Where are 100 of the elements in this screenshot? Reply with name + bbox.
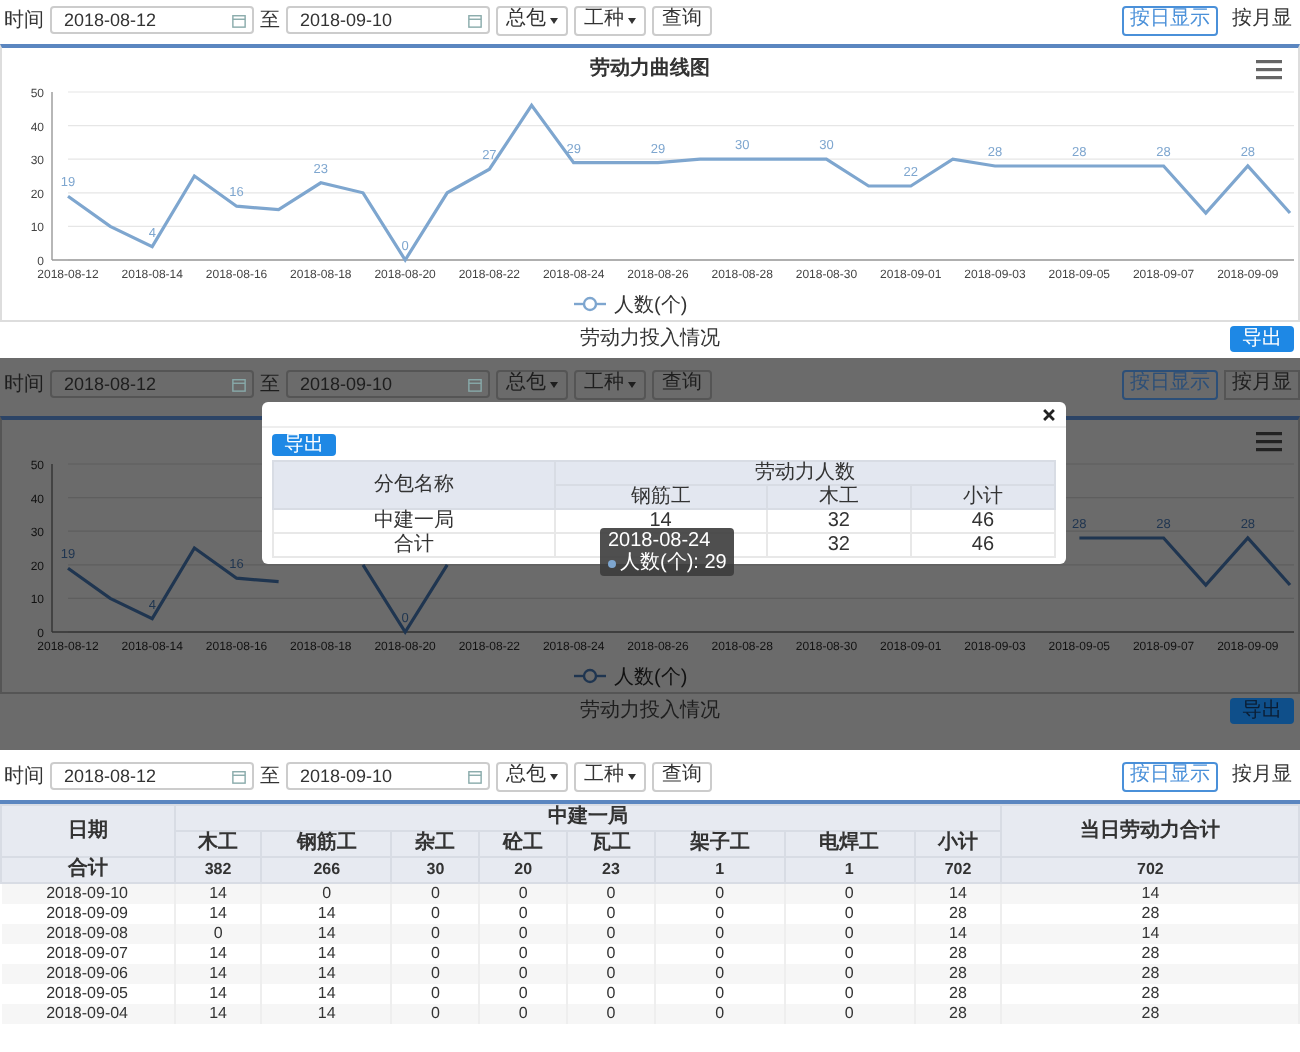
caret-icon — [550, 17, 558, 23]
range-separator: 至 — [260, 8, 280, 34]
table-cell: 28 — [914, 1004, 1002, 1024]
group-header: 劳动力人数 — [554, 461, 1055, 485]
table-cell: 14 — [1001, 883, 1299, 904]
calendar-icon — [232, 13, 246, 27]
time-label: 时间 — [4, 7, 44, 34]
menu-icon[interactable] — [1256, 432, 1282, 452]
column-header: 钢筋工 — [554, 485, 767, 509]
dropdown-button[interactable]: 总包 — [496, 761, 568, 791]
table-cell: 14 — [174, 964, 262, 984]
chart-title: 劳动力曲线图 — [590, 58, 710, 80]
caret-icon — [628, 381, 636, 387]
column-header: 当日劳动力合计 — [1001, 805, 1299, 857]
table-cell: 0 — [567, 964, 655, 984]
table-cell: 0 — [654, 924, 785, 944]
column-header: 木工 — [766, 485, 911, 509]
total-cell: 1 — [654, 857, 785, 883]
dropdown-button[interactable]: 总包 — [496, 5, 568, 35]
table-cell: 0 — [654, 964, 785, 984]
legend-icon — [574, 668, 606, 684]
legend-label[interactable]: 人数(个) — [614, 667, 688, 689]
table-cell: 0 — [567, 1004, 655, 1024]
range-separator: 至 — [260, 372, 280, 398]
calendar-icon — [468, 377, 482, 391]
section-title: 劳动力投入情况 — [580, 697, 720, 724]
column-header: 瓦工 — [567, 831, 655, 857]
table-cell: 28 — [1001, 1004, 1299, 1024]
totals-label: 合计 — [1, 857, 175, 883]
table-cell: 28 — [1001, 964, 1299, 984]
menu-icon[interactable] — [1256, 60, 1282, 80]
table-cell: 0 — [479, 1004, 568, 1024]
section-title: 劳动力投入情况 — [580, 325, 720, 352]
table-cell: 32 — [766, 533, 911, 557]
tooltip-date: 2018-08-24 — [608, 530, 713, 552]
table-cell: 0 — [784, 1004, 915, 1024]
end-date-field[interactable]: 2018-09-10 — [286, 762, 490, 790]
row-label: 中建一局 — [273, 509, 555, 533]
total-cell: 702 — [1001, 857, 1299, 883]
table-cell: 0 — [479, 924, 568, 944]
group-header: 中建一局 — [174, 805, 1002, 831]
legend-icon — [574, 296, 606, 312]
table-cell: 14 — [1001, 924, 1299, 944]
time-label: 时间 — [4, 371, 44, 398]
date-cell: 2018-09-10 — [1, 883, 175, 904]
row-label: 合计 — [273, 533, 555, 557]
calendar-icon — [232, 377, 246, 391]
dropdown-button[interactable]: 工种 — [574, 5, 646, 35]
total-cell: 30 — [391, 857, 480, 883]
calendar-icon — [468, 13, 482, 27]
caret-icon — [550, 381, 558, 387]
table-cell: 0 — [784, 924, 915, 944]
table-cell: 28 — [914, 964, 1002, 984]
total-cell: 20 — [479, 857, 568, 883]
table-cell: 0 — [391, 924, 480, 944]
calendar-icon — [232, 769, 246, 783]
table-cell: 0 — [784, 964, 915, 984]
column-header: 日期 — [1, 805, 175, 857]
column-header: 杂工 — [391, 831, 480, 857]
dropdown-button[interactable]: 工种 — [574, 761, 646, 791]
table-cell: 46 — [910, 533, 1055, 557]
table-cell: 0 — [479, 964, 568, 984]
table-cell: 14 — [174, 1004, 262, 1024]
caret-icon — [550, 773, 558, 779]
column-header: 木工 — [174, 831, 262, 857]
total-cell: 1 — [784, 857, 915, 883]
total-cell: 702 — [914, 857, 1002, 883]
legend-label[interactable]: 人数(个) — [614, 295, 688, 317]
end-date-field[interactable]: 2018-09-10 — [286, 6, 490, 34]
table-cell: 0 — [391, 1004, 480, 1024]
total-cell: 266 — [261, 857, 392, 883]
export-button[interactable]: 导出 — [272, 434, 336, 456]
export-button[interactable]: 导出 — [1230, 326, 1294, 352]
table-cell: 0 — [391, 964, 480, 984]
total-cell: 382 — [174, 857, 262, 883]
table-cell: 46 — [910, 509, 1055, 533]
table-cell: 14 — [261, 924, 392, 944]
caret-icon — [628, 17, 636, 23]
start-date-field[interactable]: 2018-08-12 — [50, 762, 254, 790]
column-header: 电焊工 — [784, 831, 915, 857]
query-button[interactable]: 查询 — [652, 761, 712, 791]
table-cell: 0 — [567, 924, 655, 944]
date-cell: 2018-09-04 — [1, 1004, 175, 1024]
table-cell: 32 — [766, 509, 911, 533]
start-date-field[interactable]: 2018-08-12 — [50, 6, 254, 34]
table-cell: 14 — [261, 1004, 392, 1024]
table-cell: 14 — [914, 924, 1002, 944]
table-cell: 0 — [174, 924, 262, 944]
column-header: 架子工 — [654, 831, 785, 857]
tooltip-value: 人数(个): 29 — [620, 552, 727, 574]
column-header: 小计 — [910, 485, 1055, 509]
date-cell: 2018-09-06 — [1, 964, 175, 984]
close-icon[interactable] — [1042, 407, 1056, 421]
series-dot-icon — [608, 559, 616, 567]
table-cell: 14 — [261, 964, 392, 984]
range-separator: 至 — [260, 764, 280, 790]
query-button[interactable]: 查询 — [652, 5, 712, 35]
time-label: 时间 — [4, 763, 44, 790]
date-cell: 2018-09-08 — [1, 924, 175, 944]
column-header: 砼工 — [479, 831, 568, 857]
